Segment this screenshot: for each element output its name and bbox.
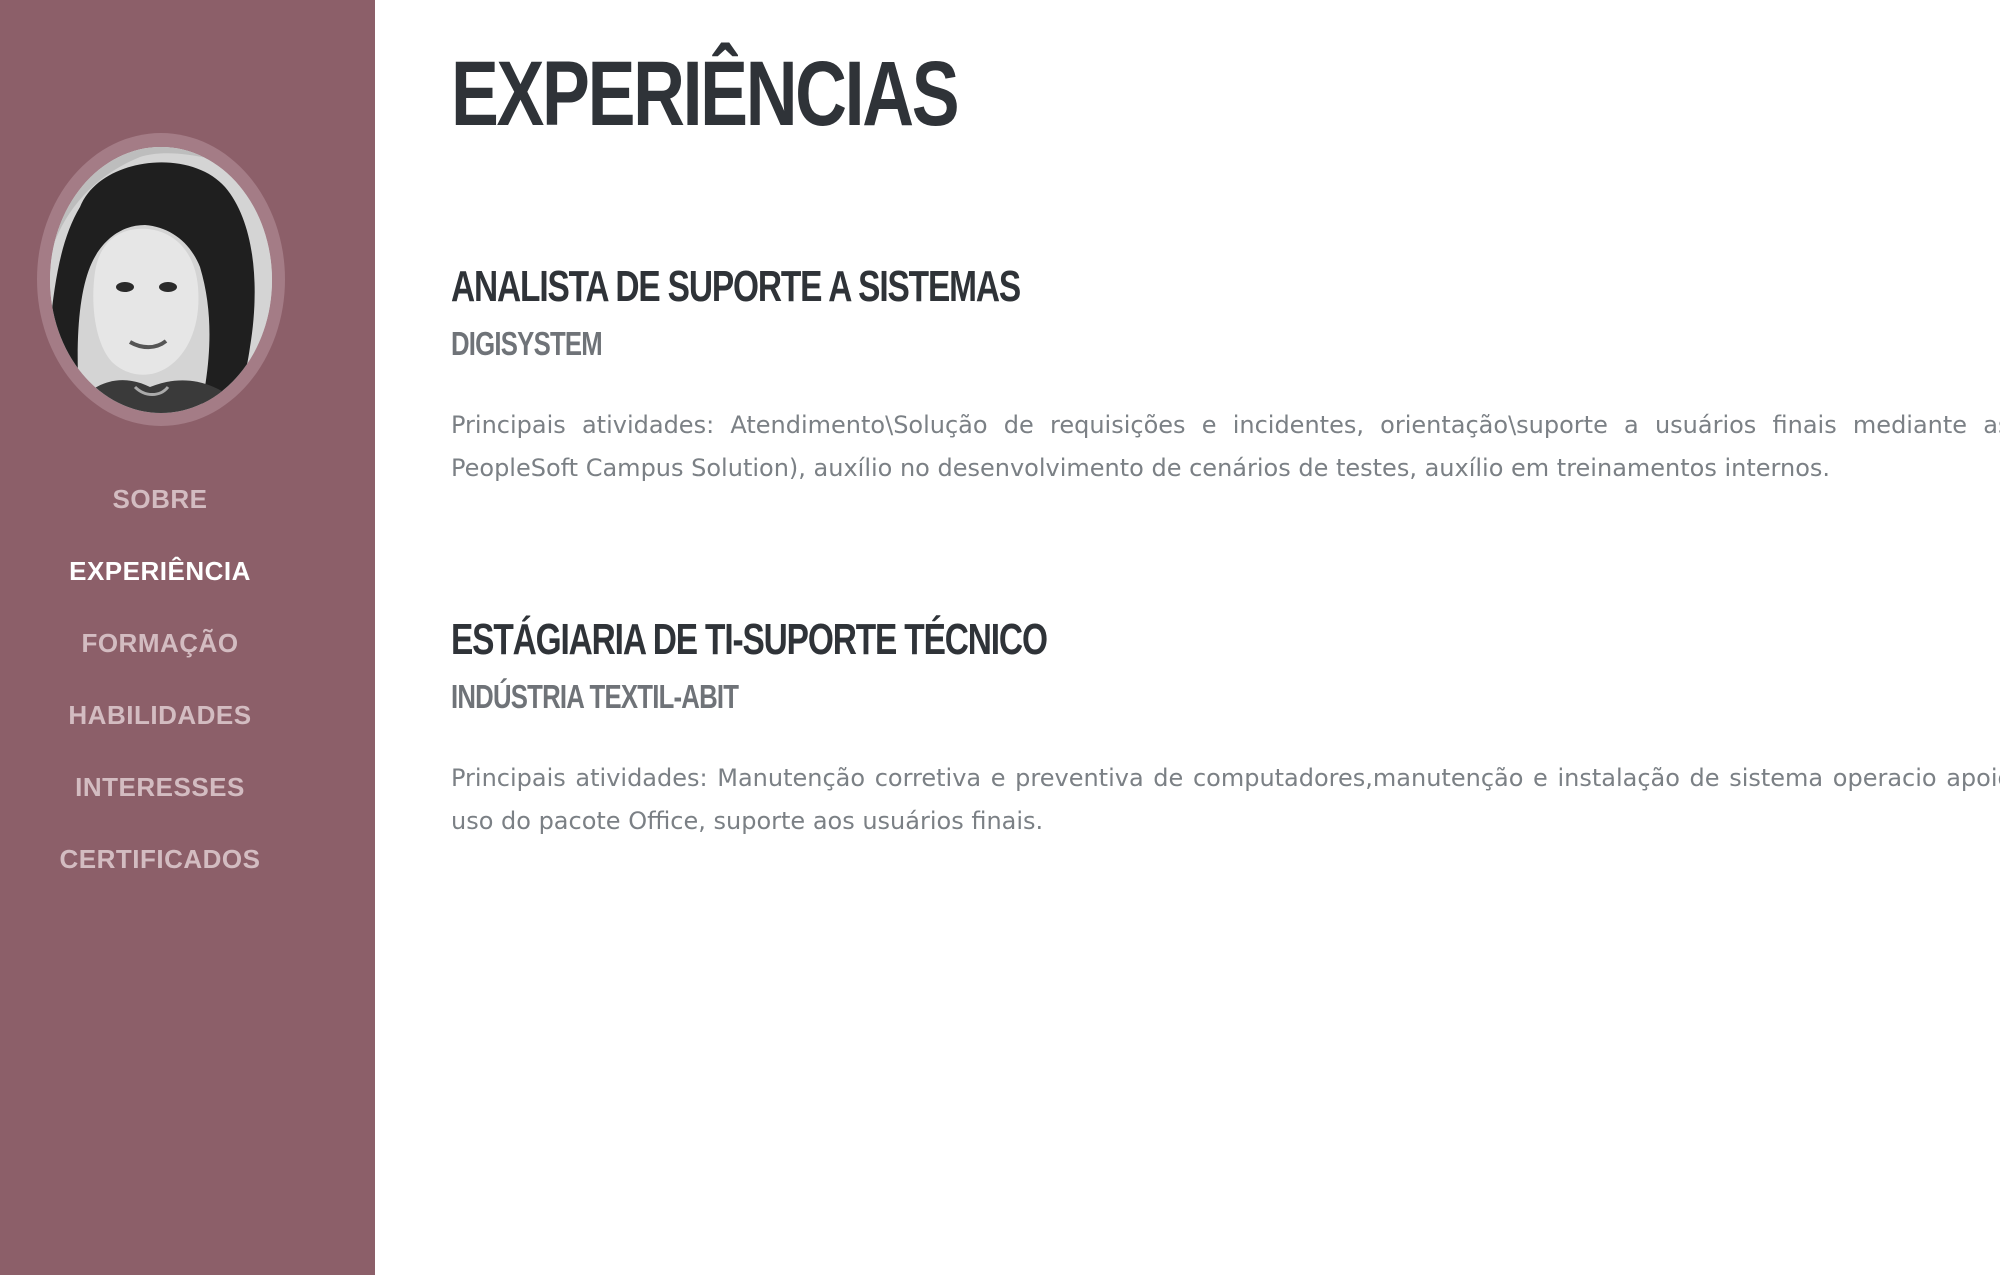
nav-item-sobre[interactable]: SOBRE	[0, 463, 320, 535]
company-name: DIGISYSTEM	[451, 325, 603, 362]
company-name: INDÚSTRIA TEXTIL-ABIT	[451, 678, 739, 715]
sidebar: SOBRE EXPERIÊNCIA FORMAÇÃO HABILIDADES I…	[0, 0, 375, 1275]
job-title: ANALISTA DE SUPORTE A SISTEMAS	[451, 262, 1021, 311]
nav-item-experiencia[interactable]: EXPERIÊNCIA	[0, 535, 320, 607]
nav-item-formacao[interactable]: FORMAÇÃO	[0, 607, 320, 679]
page-title: EXPERIÊNCIAS	[451, 43, 960, 145]
page: SOBRE EXPERIÊNCIA FORMAÇÃO HABILIDADES I…	[0, 0, 2000, 1275]
avatar-ring	[37, 133, 285, 426]
job-title: ESTÁGIARIA DE TI-SUPORTE TÉCNICO	[451, 615, 1048, 664]
main-content: EXPERIÊNCIAS ANALISTA DE SUPORTE A SISTE…	[451, 0, 2000, 1275]
nav-item-habilidades[interactable]: HABILIDADES	[0, 679, 320, 751]
experience-entry: ANALISTA DE SUPORTE A SISTEMAS DIGISYSTE…	[451, 265, 2000, 490]
sidebar-nav: SOBRE EXPERIÊNCIA FORMAÇÃO HABILIDADES I…	[0, 463, 320, 895]
profile-photo	[50, 146, 272, 413]
experience-entry: ESTÁGIARIA DE TI-SUPORTE TÉCNICO INDÚSTR…	[451, 618, 2000, 843]
job-description: Principais atividades: Manutenção corret…	[451, 764, 2000, 835]
nav-item-interesses[interactable]: INTERESSES	[0, 751, 320, 823]
job-description: Principais atividades: Atendimento\Soluç…	[451, 411, 2000, 482]
nav-item-certificados[interactable]: CERTIFICADOS	[0, 823, 320, 895]
avatar	[50, 146, 272, 413]
